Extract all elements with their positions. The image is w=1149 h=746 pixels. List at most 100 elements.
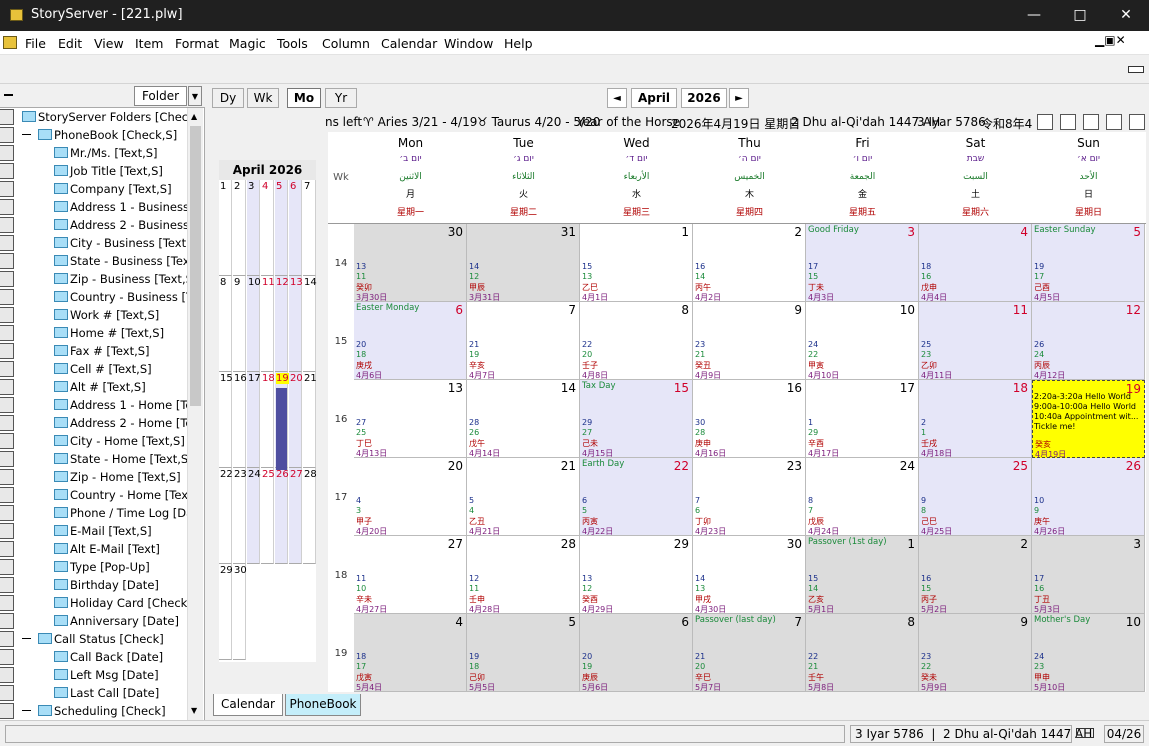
day-cell[interactable]: 17 1 29 辛酉 4月17日 bbox=[806, 380, 919, 458]
mini-day[interactable]: 18 bbox=[261, 372, 275, 468]
view-tab-dy[interactable]: Dy bbox=[212, 88, 244, 108]
day-cell[interactable]: 21 5 4 乙丑 4月21日 bbox=[467, 458, 580, 536]
tree-item[interactable]: PhoneBook [Check,S] bbox=[0, 126, 187, 144]
tree-item[interactable]: Alt E-Mail [Text] bbox=[0, 540, 187, 558]
tree-item[interactable]: Holiday Card [Check] bbox=[0, 594, 187, 612]
mini-day[interactable]: 1 bbox=[219, 180, 232, 276]
day-cell[interactable]: 9 23 22 癸未 5月9日 bbox=[919, 614, 1032, 692]
day-cell[interactable]: 12 26 24 丙辰 4月12日 bbox=[1032, 302, 1145, 380]
day-cell[interactable]: 3 17 16 丁丑 5月3日 bbox=[1032, 536, 1145, 614]
tree-item[interactable]: Country - Home [Text,S] bbox=[0, 486, 187, 504]
folder-dropdown[interactable]: Folder bbox=[134, 86, 187, 106]
tree-item[interactable]: Type [Pop-Up] bbox=[0, 558, 187, 576]
collapse-icon[interactable] bbox=[22, 134, 31, 135]
day-cell[interactable]: 5 19 18 己卯 5月5日 bbox=[467, 614, 580, 692]
tree-item[interactable]: Job Title [Text,S] bbox=[0, 162, 187, 180]
day-cell[interactable]: 14 28 26 戊午 4月14日 bbox=[467, 380, 580, 458]
tree-item[interactable]: Last Call [Date] bbox=[0, 684, 187, 702]
day-cell[interactable]: 26 10 9 庚午 4月26日 bbox=[1032, 458, 1145, 536]
tree-item[interactable]: Zip - Business [Text,S] bbox=[0, 270, 187, 288]
tree-item[interactable]: StoryServer Folders [Check,S] bbox=[0, 108, 187, 126]
month-selector[interactable]: April bbox=[631, 88, 677, 108]
day-cell[interactable]: 24 8 7 戊辰 4月24日 bbox=[806, 458, 919, 536]
mdi-controls[interactable]: ▁▣✕ bbox=[1095, 33, 1126, 47]
day-cell[interactable]: 8 22 20 壬子 4月8日 bbox=[580, 302, 693, 380]
menu-tools[interactable]: Tools bbox=[277, 36, 308, 51]
tree-item[interactable]: Company [Text,S] bbox=[0, 180, 187, 198]
menu-view[interactable]: View bbox=[94, 36, 124, 51]
next-month-button[interactable]: ► bbox=[729, 88, 749, 108]
day-cell[interactable]: 4 18 16 戊申 4月4日 bbox=[919, 224, 1032, 302]
mini-day[interactable]: 15 bbox=[219, 372, 233, 468]
tree-item[interactable]: Home # [Text,S] bbox=[0, 324, 187, 342]
view-tab-wk[interactable]: Wk bbox=[247, 88, 279, 108]
mini-day[interactable]: 21 bbox=[303, 372, 317, 468]
tree-item[interactable]: Left Msg [Date] bbox=[0, 666, 187, 684]
mini-day[interactable]: 16 bbox=[233, 372, 247, 468]
event-item[interactable]: 9:00a-10:00a Hello World bbox=[1034, 402, 1136, 411]
tree-item[interactable]: City - Home [Text,S] bbox=[0, 432, 187, 450]
day-cell[interactable]: 6 20 19 庚辰 5月6日 bbox=[580, 614, 693, 692]
tab-phonebook[interactable]: PhoneBook bbox=[285, 694, 361, 716]
mini-day[interactable]: 7 bbox=[303, 180, 316, 276]
keyboard-icon[interactable] bbox=[1128, 66, 1144, 73]
event-item[interactable]: Tickle me! bbox=[1034, 422, 1076, 431]
mini-day[interactable]: 23 bbox=[233, 468, 247, 564]
mini-day[interactable]: 30 bbox=[233, 564, 247, 660]
mini-day[interactable]: 8 bbox=[219, 276, 232, 372]
day-cell[interactable]: 18 2 1 壬戌 4月18日 bbox=[919, 380, 1032, 458]
mini-day[interactable]: 29 bbox=[219, 564, 233, 660]
day-cell[interactable]: 29 13 12 癸酉 4月29日 bbox=[580, 536, 693, 614]
tree-scrollbar[interactable]: ▲ ▼ bbox=[187, 108, 203, 720]
mini-day[interactable]: 3 bbox=[247, 180, 260, 276]
day-cell[interactable]: 16 30 28 庚申 4月16日 bbox=[693, 380, 806, 458]
mini-day[interactable]: 12 bbox=[275, 276, 289, 372]
menu-window[interactable]: Window bbox=[444, 36, 493, 51]
collapse-all-icon[interactable] bbox=[4, 94, 13, 96]
day-cell[interactable]: 11 25 23 乙卯 4月11日 bbox=[919, 302, 1032, 380]
tree-item[interactable]: Address 1 - Home [Text bbox=[0, 396, 187, 414]
day-cell[interactable]: 4 18 17 戊寅 5月4日 bbox=[354, 614, 467, 692]
menu-help[interactable]: Help bbox=[504, 36, 533, 51]
tree-item[interactable]: Work # [Text,S] bbox=[0, 306, 187, 324]
tree-item[interactable]: Call Back [Date] bbox=[0, 648, 187, 666]
menu-column[interactable]: Column bbox=[322, 36, 370, 51]
mini-day[interactable]: 24 bbox=[247, 468, 261, 564]
day-cell[interactable]: 7 21 19 辛亥 4月7日 bbox=[467, 302, 580, 380]
calendar-week-icon[interactable] bbox=[1060, 114, 1076, 130]
tree-item[interactable]: Alt # [Text,S] bbox=[0, 378, 187, 396]
scroll-down-icon[interactable]: ▼ bbox=[191, 706, 197, 715]
day-cell[interactable]: 30 14 13 甲戌 4月30日 bbox=[693, 536, 806, 614]
tree-item[interactable]: Country - Business [Tex bbox=[0, 288, 187, 306]
mini-day[interactable]: 26 bbox=[275, 468, 289, 564]
day-cell[interactable]: 7 Passover (last day) 21 20 辛巳 5月7日 bbox=[693, 614, 806, 692]
mini-day[interactable]: 6 bbox=[289, 180, 302, 276]
close-button[interactable]: ✕ bbox=[1103, 0, 1149, 31]
scroll-up-icon[interactable]: ▲ bbox=[191, 112, 197, 121]
mini-day[interactable]: 20 bbox=[289, 372, 303, 468]
mini-day[interactable]: 22 bbox=[219, 468, 233, 564]
collapse-icon[interactable] bbox=[22, 710, 31, 711]
chevron-down-icon[interactable]: ▼ bbox=[188, 86, 202, 106]
app-icon[interactable] bbox=[10, 9, 23, 21]
tab-calendar[interactable]: Calendar bbox=[213, 694, 283, 716]
tree-item[interactable]: Call Status [Check] bbox=[0, 630, 187, 648]
tree-item[interactable]: State - Home [Text,S] bbox=[0, 450, 187, 468]
day-cell[interactable]: 19 2:20a-3:20a Hello World 9:00a-10:00a He… bbox=[1032, 380, 1145, 458]
day-cell[interactable]: 20 4 3 甲子 4月20日 bbox=[354, 458, 467, 536]
tree-item[interactable]: City - Business [Text,S] bbox=[0, 234, 187, 252]
mini-day[interactable]: 27 bbox=[289, 468, 303, 564]
calendar-month-icon[interactable] bbox=[1083, 114, 1099, 130]
tree-item[interactable]: E-Mail [Text,S] bbox=[0, 522, 187, 540]
day-cell[interactable]: 3 Good Friday 17 15 丁未 4月3日 bbox=[806, 224, 919, 302]
tree-item[interactable]: Phone / Time Log [Date,S bbox=[0, 504, 187, 522]
day-cell[interactable]: 8 22 21 壬午 5月8日 bbox=[806, 614, 919, 692]
doc-icon[interactable] bbox=[3, 36, 17, 49]
tree-item[interactable]: Mr./Ms. [Text,S] bbox=[0, 144, 187, 162]
day-cell[interactable]: 9 23 21 癸丑 4月9日 bbox=[693, 302, 806, 380]
day-cell[interactable]: 30 13 11 癸卯 3月30日 bbox=[354, 224, 467, 302]
event-item[interactable]: 10:40a Appointment wit... bbox=[1034, 412, 1138, 421]
tree-item[interactable]: Fax # [Text,S] bbox=[0, 342, 187, 360]
mini-day[interactable]: 2 bbox=[233, 180, 246, 276]
day-cell[interactable]: 2 16 15 丙子 5月2日 bbox=[919, 536, 1032, 614]
